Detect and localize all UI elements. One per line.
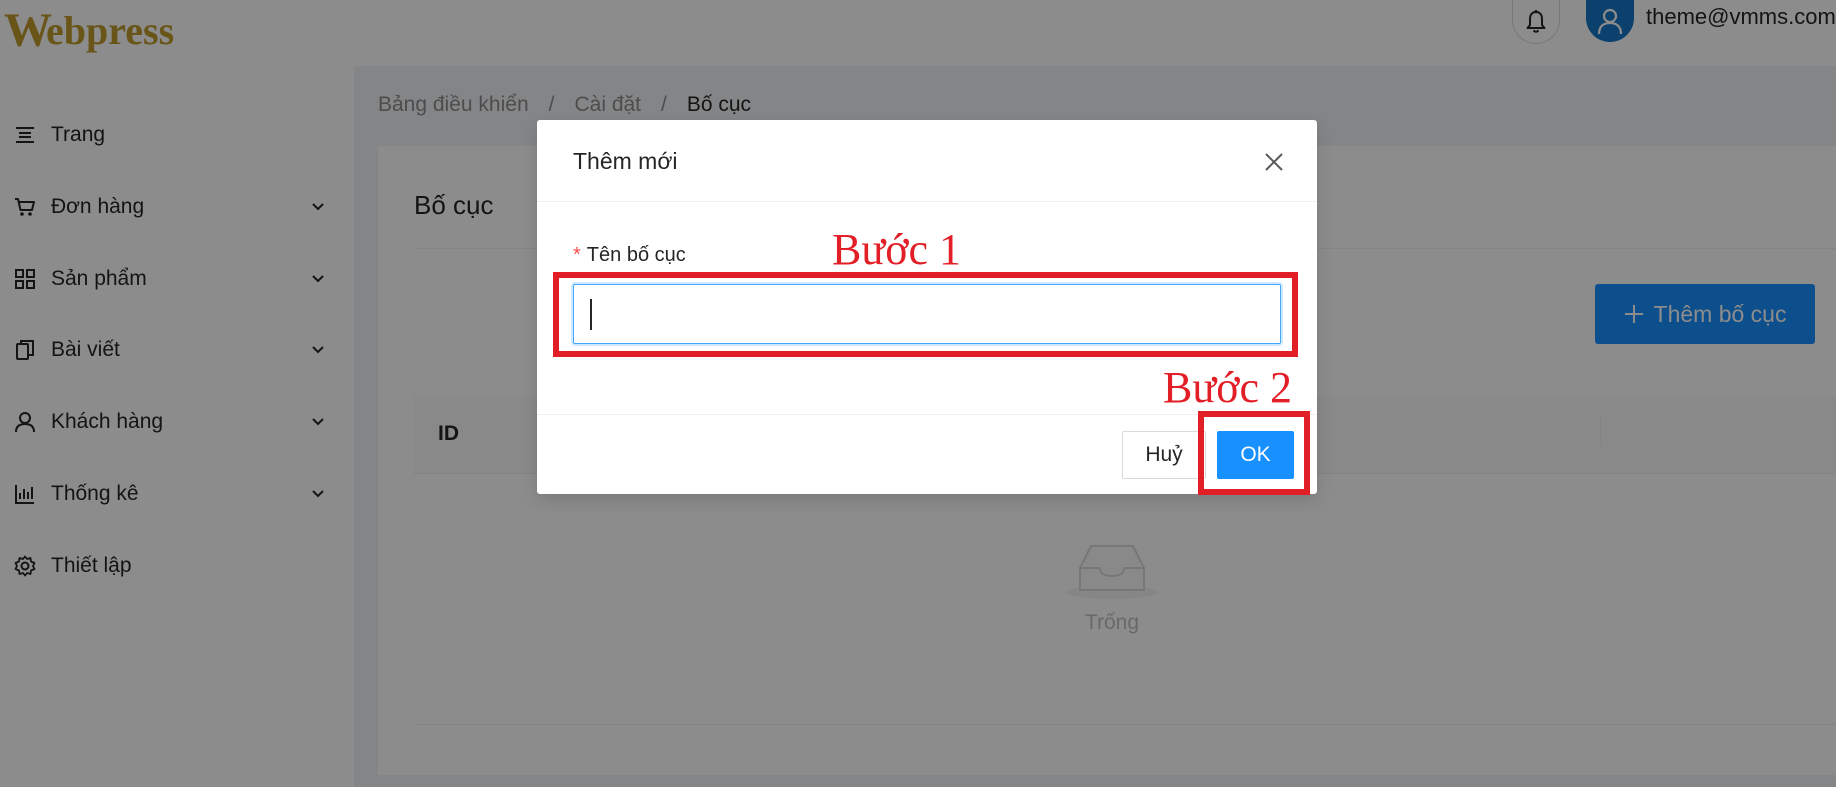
modal-header: Thêm mới — [537, 120, 1317, 202]
step2-label: Bước 2 — [1163, 363, 1292, 412]
layout-name-label: * Tên bố cục — [573, 244, 686, 267]
layout-name-label-text: Tên bố cục — [586, 244, 686, 266]
step1-label: Bước 1 — [832, 225, 961, 274]
cancel-button[interactable]: Huỷ — [1122, 431, 1206, 479]
step2-highlight-box — [1198, 411, 1310, 495]
step1-highlight-box — [553, 272, 1298, 357]
modal-title: Thêm mới — [573, 148, 678, 174]
close-icon[interactable] — [1262, 150, 1286, 174]
required-mark: * — [573, 244, 581, 266]
